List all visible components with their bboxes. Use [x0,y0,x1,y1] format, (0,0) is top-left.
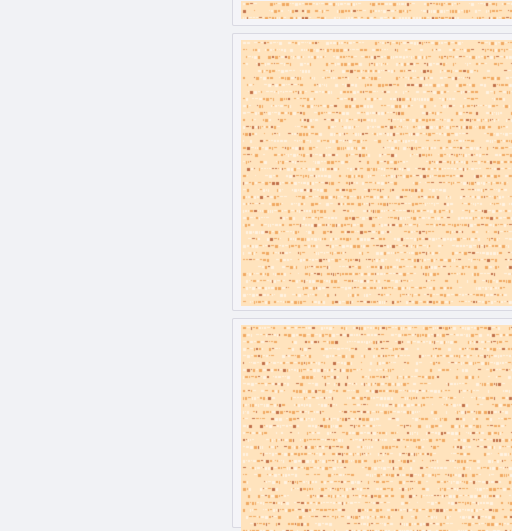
thumbnail-card-top[interactable] [232,0,512,26]
text-pattern-canvas [241,325,512,531]
thumbnail-card-middle[interactable] [232,33,512,311]
text-pattern-tile [241,40,512,306]
thumbnail-card-bottom[interactable] [232,318,512,531]
empty-left-pane [0,0,232,512]
text-pattern-tile [241,325,512,531]
text-pattern-canvas [241,1,512,19]
text-pattern-tile [241,1,512,19]
text-pattern-canvas [241,40,512,306]
